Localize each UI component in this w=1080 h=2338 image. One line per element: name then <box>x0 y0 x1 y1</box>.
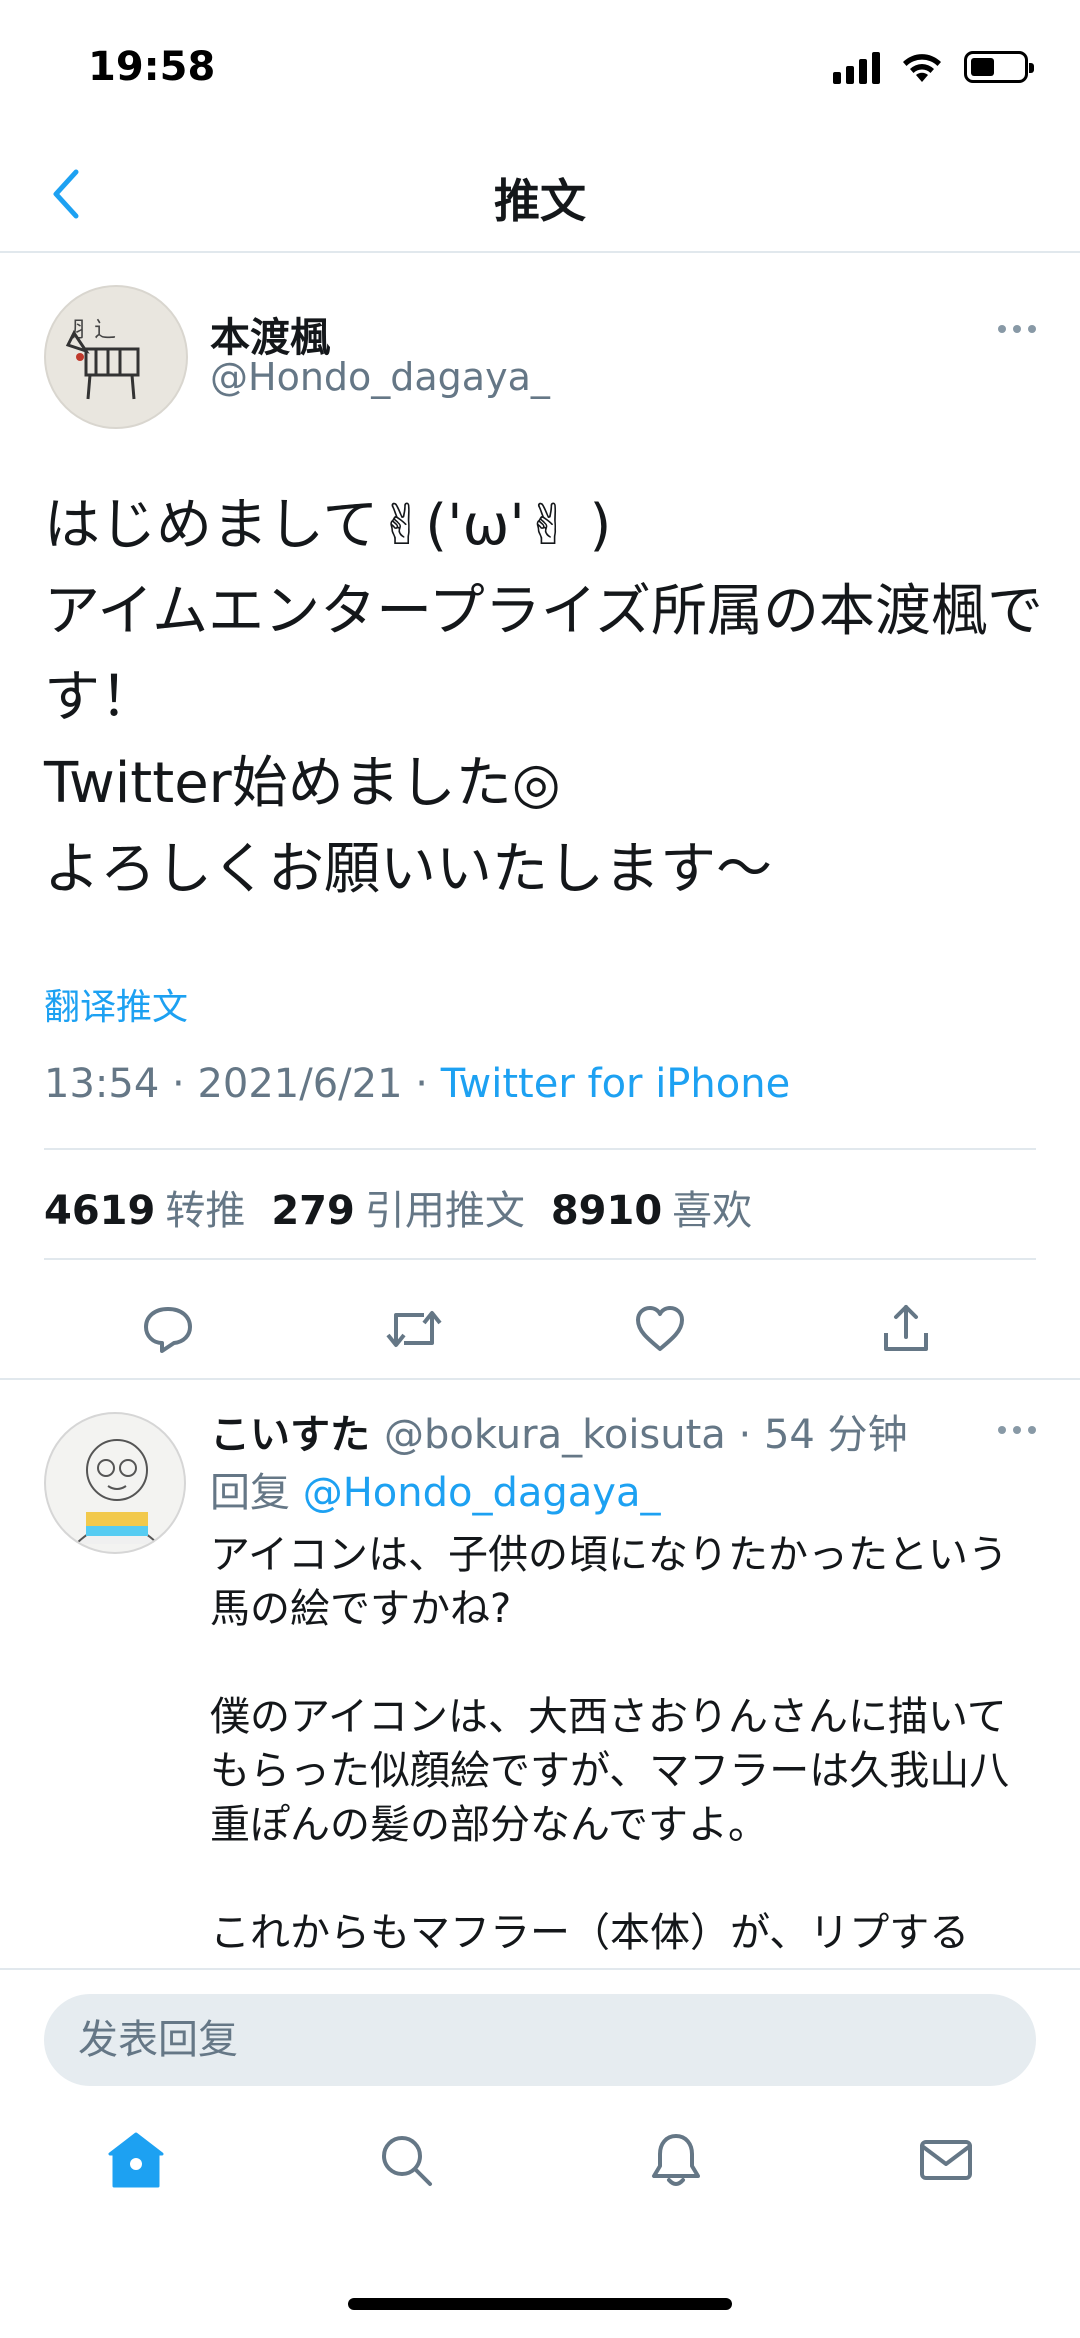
tweet-time: 13:54 <box>44 1061 160 1107</box>
reply-button[interactable] <box>136 1297 200 1361</box>
tab-search[interactable] <box>366 2120 446 2200</box>
more-options-icon[interactable] <box>998 325 1036 333</box>
tweet-stats: 4619 转推 279 引用推文 8910 喜欢 <box>44 1178 752 1236</box>
tweet-source-link[interactable]: Twitter for iPhone <box>441 1061 791 1107</box>
retweet-icon <box>386 1311 442 1347</box>
translate-tweet-link[interactable]: 翻译推文 <box>44 978 188 1030</box>
avatar-drawing <box>75 1439 159 1545</box>
author-handle[interactable]: @Hondo_dagaya_ <box>210 355 550 399</box>
reply-age: 54 分钟 <box>763 1412 908 1458</box>
retweets-stat[interactable]: 4619 转推 <box>44 1178 245 1236</box>
wifi-icon <box>903 54 941 82</box>
tweet-meta: 13:54 · 2021/6/21 · Twitter for iPhone <box>44 1061 790 1107</box>
author-avatar[interactable]: ⺼⻌ <box>44 285 188 429</box>
share-button[interactable] <box>874 1297 938 1361</box>
bell-icon <box>652 2134 700 2186</box>
compose-reply-input[interactable]: 发表回复 <box>44 1994 1036 2086</box>
cellular-signal-icon <box>833 50 880 84</box>
avatar-drawing: ⺼⻌ <box>65 318 140 400</box>
tab-notifications[interactable] <box>636 2120 716 2200</box>
home-icon <box>108 2132 164 2188</box>
reply-text: アイコンは、子供の頃になりたかったという馬の絵ですかね? 僕のアイコンは、大西さ… <box>210 1532 1010 1956</box>
reply-icon <box>144 1307 192 1353</box>
tab-bar <box>0 2110 1080 2240</box>
meta-separator: · <box>172 1061 198 1107</box>
tweet-date: 2021/6/21 <box>197 1061 403 1107</box>
reply-author-avatar[interactable] <box>44 1412 186 1554</box>
bottom-panel: 发表回复 <box>0 1968 1080 2338</box>
tab-home[interactable] <box>96 2120 176 2200</box>
reply-more-options-icon[interactable] <box>998 1426 1036 1434</box>
reply-to-line: 回复 @Hondo_dagaya_ <box>210 1460 660 1518</box>
status-time: 19:58 <box>88 44 216 90</box>
navigation-bar: 推文 <box>0 135 1080 253</box>
page-title: 推文 <box>494 174 586 228</box>
reply-author-name[interactable]: こいすた <box>210 1412 370 1458</box>
search-icon <box>382 2136 432 2186</box>
reply-author-handle[interactable]: @bokura_koisuta <box>384 1412 726 1458</box>
home-indicator[interactable] <box>348 2298 732 2310</box>
like-button[interactable] <box>628 1297 692 1361</box>
tab-messages[interactable] <box>906 2120 986 2200</box>
reply-header: こいすた @bokura_koisuta · 54 分钟 <box>210 1402 908 1460</box>
heart-icon <box>636 1306 684 1351</box>
status-icons <box>833 50 1034 84</box>
tweet-actions <box>0 1275 1080 1375</box>
divider <box>44 1148 1036 1150</box>
meta-separator: · <box>415 1061 441 1107</box>
reply-to-mention[interactable]: @Hondo_dagaya_ <box>303 1470 661 1516</box>
divider <box>44 1258 1036 1260</box>
tweet-text: はじめまして✌︎('ω'✌︎ ) アイムエンタープライズ所属の本渡楓です！ Tw… <box>44 493 1044 902</box>
status-bar: 19:58 <box>0 0 1080 135</box>
battery-icon <box>964 51 1034 83</box>
section-divider <box>0 1378 1080 1380</box>
likes-stat[interactable]: 8910 喜欢 <box>551 1178 752 1236</box>
retweet-button[interactable] <box>382 1297 446 1361</box>
meta-separator: · <box>725 1412 764 1458</box>
share-icon <box>884 1305 928 1351</box>
reply-to-label: 回复 <box>210 1470 290 1516</box>
mail-icon <box>920 2140 972 2180</box>
quotes-stat[interactable]: 279 引用推文 <box>271 1178 525 1236</box>
